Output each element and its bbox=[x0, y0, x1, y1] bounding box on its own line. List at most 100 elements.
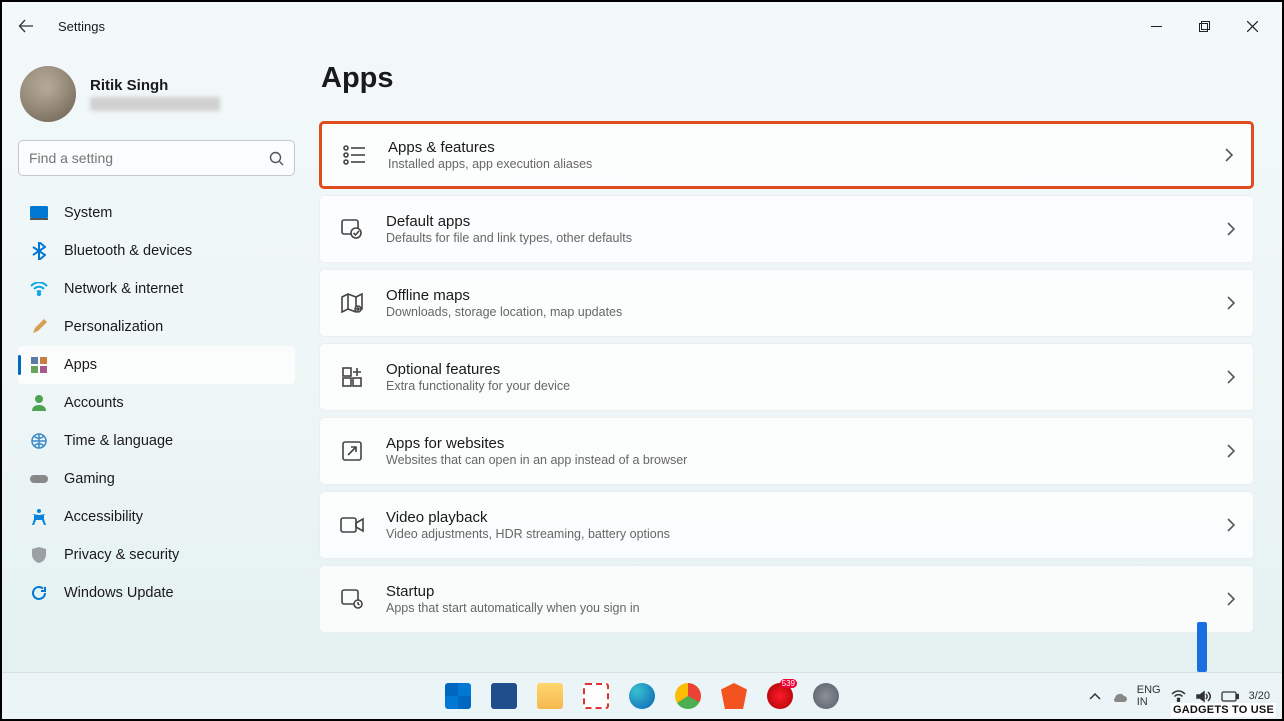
tray-language[interactable]: ENG IN bbox=[1137, 684, 1161, 708]
sidebar-item-network[interactable]: Network & internet bbox=[18, 270, 295, 308]
person-icon bbox=[30, 394, 48, 412]
close-icon bbox=[1247, 21, 1258, 32]
back-arrow-icon bbox=[18, 18, 34, 34]
sidebar-item-time-language[interactable]: Time & language bbox=[18, 422, 295, 460]
card-apps-for-websites[interactable]: Apps for websites Websites that can open… bbox=[319, 417, 1254, 485]
onedrive-icon[interactable] bbox=[1111, 691, 1127, 702]
card-sub: Extra functionality for your device bbox=[386, 379, 1227, 393]
sidebar: Ritik Singh System Bluetooth & devices N… bbox=[2, 50, 307, 672]
apps-icon bbox=[30, 356, 48, 374]
window-title: Settings bbox=[58, 19, 105, 34]
sidebar-item-label: Bluetooth & devices bbox=[64, 243, 192, 259]
folder-icon bbox=[537, 683, 563, 709]
card-text: Offline maps Downloads, storage location… bbox=[386, 287, 1227, 319]
opera-icon: 539 bbox=[767, 683, 793, 709]
bluetooth-icon bbox=[30, 242, 48, 260]
card-text: Apps & features Installed apps, app exec… bbox=[388, 139, 1225, 171]
volume-tray-icon[interactable] bbox=[1196, 690, 1211, 703]
scrollbar-thumb[interactable] bbox=[1197, 622, 1207, 672]
card-text: Apps for websites Websites that can open… bbox=[386, 435, 1227, 467]
tray-lang-2: IN bbox=[1137, 696, 1161, 708]
start-button[interactable] bbox=[439, 677, 477, 715]
content-area: Ritik Singh System Bluetooth & devices N… bbox=[2, 50, 1282, 672]
back-button[interactable] bbox=[10, 10, 42, 42]
card-apps-features[interactable]: Apps & features Installed apps, app exec… bbox=[319, 121, 1254, 189]
taskbar-app-explorer[interactable] bbox=[531, 677, 569, 715]
startup-icon bbox=[338, 585, 366, 613]
sidebar-item-apps[interactable]: Apps bbox=[18, 346, 295, 384]
taskbar-app-edge[interactable] bbox=[623, 677, 661, 715]
sidebar-item-label: Accounts bbox=[64, 395, 124, 411]
chevron-up-icon[interactable] bbox=[1089, 692, 1101, 700]
taskbar-app-opera[interactable]: 539 bbox=[761, 677, 799, 715]
taskbar-app-brave[interactable] bbox=[715, 677, 753, 715]
search-icon bbox=[269, 151, 284, 166]
card-title: Video playback bbox=[386, 509, 1227, 526]
shield-icon bbox=[30, 546, 48, 564]
sidebar-item-system[interactable]: System bbox=[18, 194, 295, 232]
sidebar-item-label: Network & internet bbox=[64, 281, 183, 297]
websites-icon bbox=[338, 437, 366, 465]
wifi-tray-icon[interactable] bbox=[1171, 690, 1186, 702]
sidebar-item-personalization[interactable]: Personalization bbox=[18, 308, 295, 346]
card-title: Startup bbox=[386, 583, 1227, 600]
taskbar-app-store[interactable] bbox=[485, 677, 523, 715]
chevron-right-icon bbox=[1227, 296, 1235, 310]
maximize-icon bbox=[1199, 21, 1210, 32]
sidebar-item-gaming[interactable]: Gaming bbox=[18, 460, 295, 498]
brush-icon bbox=[30, 318, 48, 336]
chrome-icon bbox=[675, 683, 701, 709]
tray-date: 3/20 bbox=[1249, 690, 1270, 702]
user-name: Ritik Singh bbox=[90, 77, 220, 94]
avatar bbox=[20, 66, 76, 122]
window-controls bbox=[1134, 11, 1274, 41]
sidebar-item-windows-update[interactable]: Windows Update bbox=[18, 574, 295, 612]
default-apps-icon bbox=[338, 215, 366, 243]
minimize-button[interactable] bbox=[1134, 11, 1178, 41]
tray-clock[interactable]: 3/20 bbox=[1249, 690, 1270, 702]
card-title: Optional features bbox=[386, 361, 1227, 378]
taskbar-app-settings[interactable] bbox=[807, 677, 845, 715]
card-offline-maps[interactable]: Offline maps Downloads, storage location… bbox=[319, 269, 1254, 337]
watermark: GADGETS TO USE bbox=[1171, 703, 1276, 717]
snip-icon bbox=[583, 683, 609, 709]
search-box[interactable] bbox=[18, 140, 295, 176]
search-input[interactable] bbox=[29, 150, 269, 166]
battery-tray-icon[interactable] bbox=[1221, 691, 1239, 702]
wifi-icon bbox=[30, 280, 48, 298]
tray-lang-1: ENG bbox=[1137, 684, 1161, 696]
taskbar-app-snip[interactable] bbox=[577, 677, 615, 715]
card-startup[interactable]: Startup Apps that start automatically wh… bbox=[319, 565, 1254, 633]
sidebar-item-label: Time & language bbox=[64, 433, 173, 449]
minimize-icon bbox=[1151, 21, 1162, 32]
card-default-apps[interactable]: Default apps Defaults for file and link … bbox=[319, 195, 1254, 263]
sidebar-item-label: Accessibility bbox=[64, 509, 143, 525]
store-icon bbox=[491, 683, 517, 709]
taskbar-app-chrome[interactable] bbox=[669, 677, 707, 715]
card-title: Apps & features bbox=[388, 139, 1225, 156]
sidebar-item-accounts[interactable]: Accounts bbox=[18, 384, 295, 422]
edge-icon bbox=[629, 683, 655, 709]
taskbar: 539 ENG IN 3/20 bbox=[2, 672, 1282, 719]
nav-list: System Bluetooth & devices Network & int… bbox=[18, 194, 295, 612]
sidebar-item-privacy[interactable]: Privacy & security bbox=[18, 536, 295, 574]
sidebar-item-bluetooth[interactable]: Bluetooth & devices bbox=[18, 232, 295, 270]
sidebar-item-accessibility[interactable]: Accessibility bbox=[18, 498, 295, 536]
user-block[interactable]: Ritik Singh bbox=[18, 62, 295, 140]
titlebar: Settings bbox=[2, 2, 1282, 50]
video-icon bbox=[338, 511, 366, 539]
sidebar-item-label: Privacy & security bbox=[64, 547, 179, 563]
card-sub: Downloads, storage location, map updates bbox=[386, 305, 1227, 319]
user-email-blurred bbox=[90, 97, 220, 111]
card-text: Optional features Extra functionality fo… bbox=[386, 361, 1227, 393]
card-optional-features[interactable]: Optional features Extra functionality fo… bbox=[319, 343, 1254, 411]
card-sub: Video adjustments, HDR streaming, batter… bbox=[386, 527, 1227, 541]
chevron-right-icon bbox=[1227, 444, 1235, 458]
sidebar-item-label: Personalization bbox=[64, 319, 163, 335]
chevron-right-icon bbox=[1227, 592, 1235, 606]
card-video-playback[interactable]: Video playback Video adjustments, HDR st… bbox=[319, 491, 1254, 559]
close-button[interactable] bbox=[1230, 11, 1274, 41]
sidebar-item-label: Windows Update bbox=[64, 585, 174, 601]
card-title: Default apps bbox=[386, 213, 1227, 230]
maximize-button[interactable] bbox=[1182, 11, 1226, 41]
